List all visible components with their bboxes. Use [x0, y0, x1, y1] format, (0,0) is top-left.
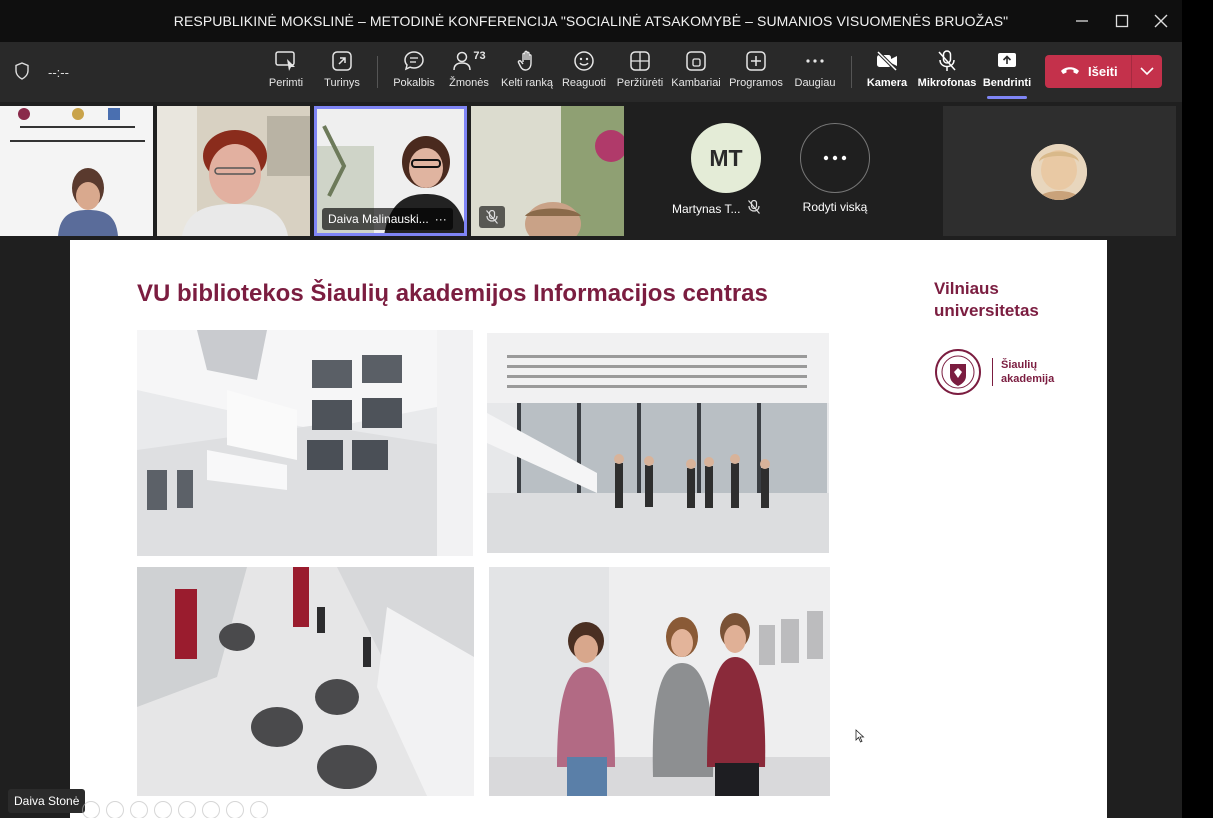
more-icon — [823, 155, 847, 161]
slide-photo — [137, 567, 474, 796]
chevron-down-icon[interactable] — [1132, 55, 1162, 88]
academy-name: Šiaulių akademija — [992, 358, 1054, 386]
mouse-cursor-icon — [855, 729, 865, 748]
share-button[interactable]: Bendrinti — [983, 48, 1031, 98]
meeting-timer: --:-- — [48, 64, 69, 80]
meeting-info: --:-- — [14, 42, 69, 102]
mic-off-icon — [937, 48, 957, 74]
participant-avatar[interactable]: MT — [691, 123, 761, 193]
apps-icon — [745, 48, 767, 74]
presentation-controls[interactable] — [82, 801, 268, 818]
minimize-icon[interactable] — [1062, 0, 1102, 42]
meeting-toolbar: --:-- Perimti Turinys Pokalbis 73 Žmonės… — [0, 42, 1182, 102]
close-icon[interactable] — [1141, 0, 1181, 42]
more-icon[interactable] — [250, 801, 268, 818]
self-view-tile[interactable] — [943, 106, 1176, 236]
video-tile[interactable] — [471, 106, 624, 236]
content-icon — [331, 48, 353, 74]
video-tile[interactable] — [157, 106, 310, 236]
view-icon — [629, 48, 651, 74]
show-all-button[interactable] — [800, 123, 870, 193]
react-icon — [573, 48, 595, 74]
slide-photo — [487, 333, 829, 553]
control-icon[interactable] — [202, 801, 220, 818]
video-feed — [157, 106, 310, 236]
control-icon[interactable] — [130, 801, 148, 818]
more-options-icon[interactable]: ··· — [435, 212, 447, 226]
phone-hangup-icon — [1060, 64, 1080, 79]
more-button[interactable]: Daugiau — [792, 48, 838, 98]
shared-slide: VU bibliotekos Šiaulių akademijos Inform… — [70, 240, 1107, 818]
camera-icon[interactable] — [226, 801, 244, 818]
toolbar-divider — [377, 56, 378, 88]
content-button[interactable]: Turinys — [320, 48, 364, 98]
microphone-button[interactable]: Mikrofonas — [918, 48, 976, 98]
control-icon[interactable] — [178, 801, 196, 818]
university-seal-icon — [935, 349, 981, 395]
slide-photo — [489, 567, 830, 796]
window-edge — [1182, 0, 1213, 818]
video-tile-active-speaker[interactable]: Daiva Malinauski... ··· — [314, 106, 467, 236]
toolbar-divider — [851, 56, 852, 88]
slide-photo — [137, 330, 473, 556]
more-icon — [804, 48, 826, 74]
chat-button[interactable]: Pokalbis — [392, 48, 436, 98]
rooms-button[interactable]: Kambariai — [670, 48, 722, 98]
presenter-nameplate: Daiva Stonė — [8, 789, 86, 813]
raise-hand-icon — [517, 48, 537, 74]
window-title: RESPUBLIKINĖ MOKSLINĖ – METODINĖ KONFERE… — [173, 13, 1009, 29]
rooms-icon — [685, 48, 707, 74]
university-name: Vilniaus universitetas — [934, 279, 1039, 320]
react-button[interactable]: Reaguoti — [561, 48, 607, 98]
control-icon[interactable] — [106, 801, 124, 818]
take-control-icon — [274, 48, 298, 74]
mic-muted-icon — [479, 206, 505, 228]
chat-icon — [403, 48, 425, 74]
video-gallery: Daiva Malinauski... ··· MT Martynas T...… — [0, 102, 1182, 238]
leave-main[interactable]: Išeiti — [1045, 55, 1131, 88]
video-tile[interactable] — [0, 106, 153, 236]
participant-label: Martynas T... — [672, 199, 761, 217]
title-bar: RESPUBLIKINĖ MOKSLINĖ – METODINĖ KONFERE… — [0, 0, 1182, 42]
people-count: 73 — [473, 50, 486, 62]
slide-title: VU bibliotekos Šiaulių akademijos Inform… — [137, 280, 768, 307]
video-feed — [0, 106, 153, 236]
take-control-button[interactable]: Perimti — [266, 48, 306, 98]
camera-off-icon — [875, 48, 899, 74]
leave-button[interactable]: Išeiti — [1045, 55, 1162, 88]
camera-button[interactable]: Kamera — [865, 48, 909, 98]
self-avatar — [1031, 144, 1087, 200]
view-button[interactable]: Peržiūrėti — [615, 48, 665, 98]
active-indicator — [987, 96, 1027, 99]
apps-button[interactable]: Programos — [729, 48, 783, 98]
maximize-icon[interactable] — [1102, 0, 1142, 42]
share-icon — [996, 48, 1018, 74]
control-icon[interactable] — [82, 801, 100, 818]
academy-logo: Šiaulių akademija — [934, 346, 1054, 398]
raise-hand-button[interactable]: Kelti ranką — [500, 48, 554, 98]
people-icon: 73 — [452, 48, 486, 74]
people-button[interactable]: 73 Žmonės — [447, 48, 491, 98]
mic-muted-icon — [748, 199, 761, 217]
shield-icon[interactable] — [14, 61, 30, 83]
show-all-label: Rodyti viską — [802, 200, 868, 214]
participant-nameplate: Daiva Malinauski... ··· — [322, 208, 453, 230]
control-icon[interactable] — [154, 801, 172, 818]
